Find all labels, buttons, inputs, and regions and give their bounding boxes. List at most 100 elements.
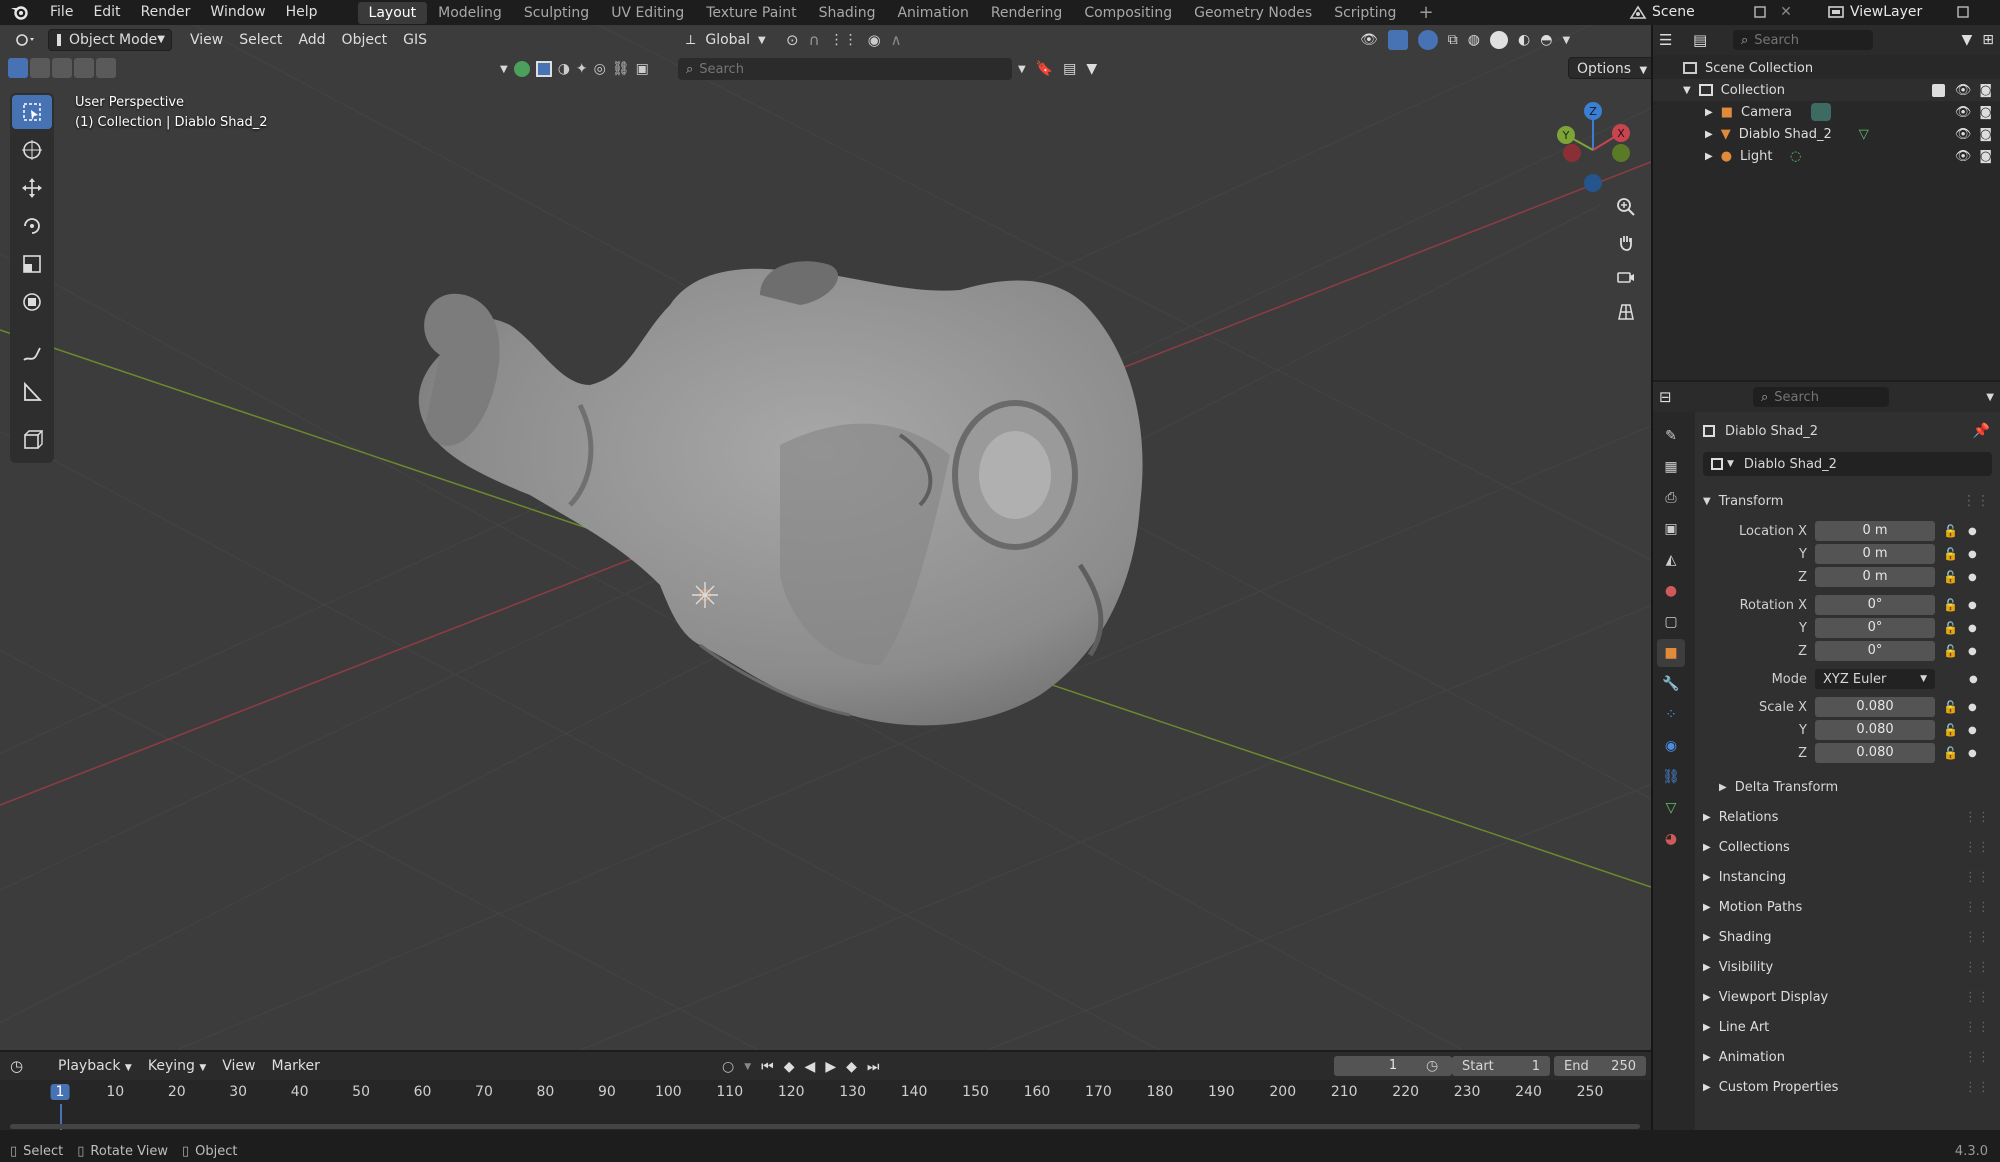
- panel-visibility[interactable]: ▶ Visibility ⋮⋮: [1695, 954, 2000, 980]
- 3d-viewport[interactable]: Object Mode ▼ View Select Add Object GIS…: [0, 25, 1651, 1050]
- overlay-toggle-icon[interactable]: [1417, 30, 1438, 50]
- rotation-x-field[interactable]: 0°: [1815, 595, 1935, 615]
- render-camera-icon[interactable]: ◙: [1979, 149, 1992, 164]
- navigation-gizmo[interactable]: Z X Y: [1548, 95, 1638, 205]
- annotate-tool[interactable]: [12, 337, 52, 371]
- measure-tool[interactable]: [12, 375, 52, 409]
- fish-mesh[interactable]: [418, 261, 1143, 726]
- camera-view-icon[interactable]: [1610, 261, 1642, 293]
- outliner-item-light[interactable]: ▶ ● Light ◌ 👁 ◙: [1653, 145, 2000, 167]
- pivot-icon[interactable]: ⊙: [786, 31, 799, 49]
- expand-arrow-icon[interactable]: ▶: [1705, 151, 1713, 162]
- constraint-icon[interactable]: ⛓: [612, 61, 630, 77]
- select-new-icon[interactable]: [8, 58, 28, 78]
- new-scene-icon[interactable]: [1747, 5, 1773, 19]
- tab-rendering[interactable]: Rendering: [980, 2, 1074, 24]
- menu-edit[interactable]: Edit: [83, 0, 130, 24]
- tab-animation[interactable]: Animation: [886, 2, 979, 24]
- rotation-y-field[interactable]: 0°: [1815, 618, 1935, 638]
- keyframe-dot-icon[interactable]: ●: [1968, 549, 1977, 560]
- chevron-down-icon[interactable]: ▼: [1562, 35, 1570, 46]
- drag-handle-icon[interactable]: ⋮⋮: [1964, 870, 1990, 885]
- lock-icon[interactable]: 🔓: [1943, 644, 1958, 658]
- timeline-menu-marker[interactable]: Marker: [263, 1055, 327, 1077]
- object-tab-icon[interactable]: ■: [1657, 639, 1685, 667]
- view-layer-name[interactable]: ViewLayer: [1850, 4, 1950, 20]
- panel-line-art[interactable]: ▶ Line Art ⋮⋮: [1695, 1014, 2000, 1040]
- lock-icon[interactable]: 🔓: [1943, 598, 1958, 612]
- delta-transform-subpanel[interactable]: ▶ Delta Transform: [1695, 774, 2000, 800]
- transform-tool[interactable]: [12, 285, 52, 319]
- scale-y-field[interactable]: 0.080: [1815, 720, 1935, 740]
- drag-handle-icon[interactable]: ⋮⋮: [1964, 990, 1990, 1005]
- gizmo-toggle-icon[interactable]: [1387, 30, 1408, 50]
- outliner-item-diablo-shad[interactable]: ▶ ▼ Diablo Shad_2 ▽ 👁 ◙: [1653, 123, 2000, 145]
- light-data-icon[interactable]: ◌: [1790, 149, 1801, 164]
- chevron-down-icon[interactable]: ▼: [1986, 392, 1994, 403]
- keyframe-dot-icon[interactable]: ●: [1968, 600, 1977, 611]
- camera-data-icon[interactable]: [1811, 103, 1831, 121]
- delete-scene-icon[interactable]: ✕: [1773, 4, 1799, 20]
- viewport-menu-gis[interactable]: GIS: [395, 29, 435, 51]
- scene-collection-row[interactable]: Scene Collection: [1653, 57, 2000, 79]
- menu-help[interactable]: Help: [276, 0, 328, 24]
- mode-dropdown[interactable]: Object Mode ▼: [48, 29, 172, 51]
- checkbox-icon[interactable]: [1931, 83, 1945, 97]
- collection-row[interactable]: ▼ Collection 👁 ◙: [1653, 79, 2000, 101]
- scale-z-field[interactable]: 0.080: [1815, 743, 1935, 763]
- lock-icon[interactable]: 🔓: [1943, 746, 1958, 760]
- chevron-down-icon[interactable]: ▼: [744, 1062, 751, 1072]
- outliner-search-field[interactable]: ⌕: [1733, 30, 1873, 50]
- viewport-search-input[interactable]: [699, 61, 990, 77]
- keyframe-dot-icon[interactable]: ●: [1968, 725, 1977, 736]
- timeline-menu-view[interactable]: View: [214, 1055, 263, 1077]
- drag-handle-icon[interactable]: ⋮⋮: [1964, 1020, 1990, 1035]
- auto-keying-icon[interactable]: ○: [722, 1059, 734, 1075]
- drag-handle-icon[interactable]: ⋮⋮: [1964, 840, 1990, 855]
- rotation-mode-dropdown[interactable]: XYZ Euler ▼: [1815, 669, 1935, 689]
- proportional-edit-icon[interactable]: ◉: [868, 31, 881, 49]
- material-tab-icon[interactable]: ◕: [1657, 825, 1685, 853]
- filter-icon[interactable]: ▼: [1086, 61, 1097, 77]
- keyframe-dot-icon[interactable]: ●: [1968, 572, 1977, 583]
- solid-shading-icon[interactable]: [1490, 31, 1508, 49]
- expand-arrow-icon[interactable]: ▼: [1683, 85, 1691, 96]
- properties-editor-icon[interactable]: ⊟: [1659, 388, 1753, 406]
- outliner-item-camera[interactable]: ▶ ■ Camera 👁 ◙: [1653, 101, 2000, 123]
- data-tab-icon[interactable]: ▽: [1657, 794, 1685, 822]
- tab-scripting[interactable]: Scripting: [1323, 2, 1407, 24]
- layout-icon[interactable]: ▤: [1063, 61, 1076, 77]
- keyframe-dot-icon[interactable]: ●: [1969, 674, 1978, 685]
- viewport-menu-select[interactable]: Select: [231, 29, 290, 51]
- add-workspace-button[interactable]: +: [1407, 2, 1444, 24]
- lock-icon[interactable]: 🔓: [1943, 547, 1958, 561]
- select-intersect-icon[interactable]: [96, 58, 116, 78]
- options-dropdown[interactable]: Options ▼: [1568, 57, 1651, 79]
- keyframe-dot-icon[interactable]: ●: [1968, 748, 1977, 759]
- bookmark-icon[interactable]: 🔖: [1036, 61, 1053, 77]
- particles-tab-icon[interactable]: ⁘: [1657, 701, 1685, 729]
- start-frame-field[interactable]: Start 1: [1452, 1056, 1550, 1076]
- transform-orientation[interactable]: ⟂ Global ▼: [686, 27, 766, 53]
- particles-icon[interactable]: ✦: [576, 61, 588, 77]
- object-name-field[interactable]: ▼ Diablo Shad_2: [1703, 452, 1992, 476]
- expand-arrow-icon[interactable]: ▶: [1705, 129, 1713, 140]
- render-tab-icon[interactable]: ▦: [1657, 453, 1685, 481]
- tab-modeling[interactable]: Modeling: [427, 2, 513, 24]
- viewport-search-field[interactable]: ⌕: [678, 58, 1012, 80]
- world-tab-icon[interactable]: ●: [1657, 577, 1685, 605]
- properties-search-input[interactable]: [1774, 389, 1875, 405]
- editor-type-icon[interactable]: [8, 32, 42, 48]
- wireframe-shading-icon[interactable]: ◍: [1468, 32, 1480, 48]
- material-shading-icon[interactable]: ◐: [1518, 32, 1530, 48]
- drag-handle-icon[interactable]: ⋮⋮: [1964, 960, 1990, 975]
- modifier-tab-icon[interactable]: 🔧: [1657, 670, 1685, 698]
- visibility-icon[interactable]: 👁: [1360, 32, 1378, 48]
- lock-icon[interactable]: 🔓: [1943, 570, 1958, 584]
- timeline-menu-playback[interactable]: Playback ▼: [50, 1055, 140, 1077]
- menu-file[interactable]: File: [40, 0, 83, 24]
- chevron-down-icon[interactable]: ▼: [500, 64, 508, 75]
- filter-icon[interactable]: ▼: [1961, 32, 1972, 48]
- properties-search-field[interactable]: ⌕: [1753, 387, 1889, 407]
- location-y-field[interactable]: 0 m: [1815, 544, 1935, 564]
